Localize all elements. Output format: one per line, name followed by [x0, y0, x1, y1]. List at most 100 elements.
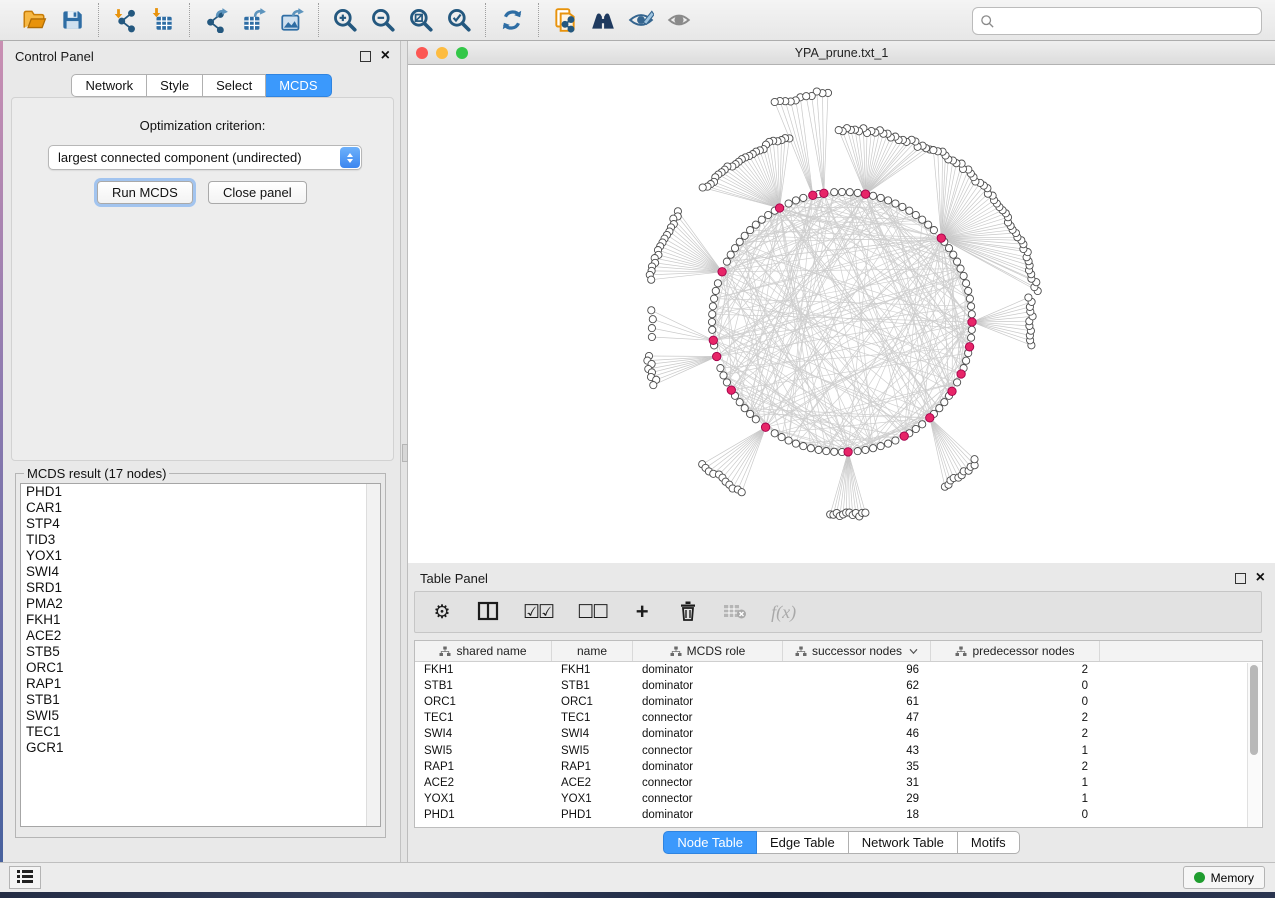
cell-name[interactable]: RAP1	[552, 761, 633, 773]
cell-MCDS-role[interactable]: connector	[633, 793, 783, 805]
zoom-selected-button[interactable]	[442, 4, 476, 36]
column-header-shared-name[interactable]: shared name	[415, 641, 552, 661]
network-window-titlebar[interactable]: YPA_prune.txt_1	[408, 41, 1275, 65]
mcds-result-list[interactable]: PHD1CAR1STP4TID3YOX1SWI4SRD1PMA2FKH1ACE2…	[20, 483, 381, 827]
cell-predecessor-nodes[interactable]: 1	[931, 793, 1100, 805]
mcds-dominator-node[interactable]	[948, 387, 956, 395]
search-box[interactable]	[972, 7, 1262, 35]
mcds-dominator-node[interactable]	[965, 343, 973, 351]
cell-MCDS-role[interactable]: connector	[633, 712, 783, 724]
mcds-dominator-node[interactable]	[761, 423, 769, 431]
tab-style[interactable]: Style	[147, 74, 203, 97]
tab-select[interactable]: Select	[203, 74, 266, 97]
import-table-button[interactable]	[146, 4, 180, 36]
gear-button[interactable]: ⚙	[431, 599, 453, 625]
mcds-result-item[interactable]: PHD1	[21, 484, 380, 500]
cell-successor-nodes[interactable]: 62	[783, 680, 931, 692]
mcds-dominator-node[interactable]	[727, 386, 735, 394]
cell-successor-nodes[interactable]: 96	[783, 664, 931, 676]
cell-shared-name[interactable]: ACE2	[415, 777, 552, 789]
cell-MCDS-role[interactable]: dominator	[633, 728, 783, 740]
mcds-dominator-node[interactable]	[844, 448, 852, 456]
select-all-button[interactable]: ☑☑	[523, 599, 553, 625]
run-mcds-button[interactable]: Run MCDS	[97, 181, 193, 204]
float-table-panel-icon[interactable]	[1235, 573, 1246, 584]
zoom-fit-button[interactable]	[404, 4, 438, 36]
cell-MCDS-role[interactable]: dominator	[633, 664, 783, 676]
binoculars-button[interactable]	[586, 4, 620, 36]
table-row[interactable]: TEC1TEC1connector472	[415, 710, 1262, 726]
cell-successor-nodes[interactable]: 31	[783, 777, 931, 789]
mcds-result-item[interactable]: SWI5	[21, 708, 380, 724]
table-row[interactable]: RAP1RAP1dominator352	[415, 759, 1262, 775]
cell-MCDS-role[interactable]: dominator	[633, 680, 783, 692]
mcds-result-item[interactable]: SWI4	[21, 564, 380, 580]
cell-predecessor-nodes[interactable]: 2	[931, 664, 1100, 676]
close-panel-icon[interactable]: ×	[381, 51, 390, 61]
add-column-button[interactable]: +	[631, 599, 653, 625]
mcds-dominator-node[interactable]	[900, 432, 908, 440]
table-row[interactable]: PHD1PHD1dominator180	[415, 807, 1262, 823]
memory-button[interactable]: Memory	[1183, 866, 1265, 889]
cell-successor-nodes[interactable]: 46	[783, 728, 931, 740]
cell-name[interactable]: PHD1	[552, 809, 633, 821]
mcds-result-item[interactable]: CAR1	[21, 500, 380, 516]
table-row[interactable]: FKH1FKH1dominator962	[415, 662, 1262, 678]
cell-predecessor-nodes[interactable]: 2	[931, 761, 1100, 773]
cell-predecessor-nodes[interactable]: 2	[931, 728, 1100, 740]
cell-MCDS-role[interactable]: connector	[633, 745, 783, 757]
mcds-result-item[interactable]: STB1	[21, 692, 380, 708]
mcds-result-item[interactable]: FKH1	[21, 612, 380, 628]
mcds-result-item[interactable]: STP4	[21, 516, 380, 532]
mcds-result-item[interactable]: TID3	[21, 532, 380, 548]
close-table-panel-icon[interactable]: ×	[1256, 573, 1265, 583]
tab-node-table[interactable]: Node Table	[663, 831, 757, 854]
function-builder-button[interactable]: f(x)	[771, 599, 796, 625]
column-header-predecessor-nodes[interactable]: predecessor nodes	[931, 641, 1100, 661]
cell-shared-name[interactable]: PHD1	[415, 809, 552, 821]
cell-shared-name[interactable]: STB1	[415, 680, 552, 692]
delete-column-button[interactable]	[677, 599, 699, 625]
mcds-dominator-node[interactable]	[937, 234, 945, 242]
cell-MCDS-role[interactable]: connector	[633, 777, 783, 789]
cell-name[interactable]: TEC1	[552, 712, 633, 724]
tab-motifs[interactable]: Motifs	[958, 831, 1020, 854]
export-image-button[interactable]	[275, 4, 309, 36]
save-button[interactable]	[55, 4, 89, 36]
table-row[interactable]: SWI5SWI5connector431	[415, 742, 1262, 758]
cell-name[interactable]: ORC1	[552, 696, 633, 708]
cell-successor-nodes[interactable]: 18	[783, 809, 931, 821]
import-network-button[interactable]	[108, 4, 142, 36]
mcds-list-scrollbar[interactable]	[366, 484, 380, 826]
mcds-dominator-node[interactable]	[957, 370, 965, 378]
tab-network-table[interactable]: Network Table	[849, 831, 958, 854]
cell-successor-nodes[interactable]: 43	[783, 745, 931, 757]
mcds-result-item[interactable]: YOX1	[21, 548, 380, 564]
table-row[interactable]: ACE2ACE2connector311	[415, 775, 1262, 791]
mcds-result-item[interactable]: RAP1	[21, 676, 380, 692]
mcds-dominator-node[interactable]	[926, 414, 934, 422]
cell-MCDS-role[interactable]: dominator	[633, 809, 783, 821]
cell-predecessor-nodes[interactable]: 1	[931, 745, 1100, 757]
mcds-dominator-node[interactable]	[968, 318, 976, 326]
mcds-result-item[interactable]: ACE2	[21, 628, 380, 644]
export-network-button[interactable]	[199, 4, 233, 36]
network-canvas[interactable]	[408, 65, 1275, 563]
mcds-dominator-node[interactable]	[709, 336, 717, 344]
column-header-successor-nodes[interactable]: successor nodes	[783, 641, 931, 661]
cell-shared-name[interactable]: RAP1	[415, 761, 552, 773]
column-header-MCDS-role[interactable]: MCDS role	[633, 641, 783, 661]
criterion-dropdown[interactable]: largest connected component (undirected)	[48, 145, 362, 170]
zoom-out-button[interactable]	[366, 4, 400, 36]
table-row[interactable]: STB1STB1dominator620	[415, 678, 1262, 694]
cell-shared-name[interactable]: SWI5	[415, 745, 552, 757]
cell-predecessor-nodes[interactable]: 0	[931, 809, 1100, 821]
status-menu-button[interactable]	[9, 866, 41, 889]
column-header-name[interactable]: name	[552, 641, 633, 661]
close-panel-button[interactable]: Close panel	[208, 181, 307, 204]
tab-edge-table[interactable]: Edge Table	[757, 831, 849, 854]
cell-shared-name[interactable]: TEC1	[415, 712, 552, 724]
mcds-result-item[interactable]: TEC1	[21, 724, 380, 740]
mcds-dominator-node[interactable]	[718, 268, 726, 276]
mcds-dominator-node[interactable]	[775, 204, 783, 212]
